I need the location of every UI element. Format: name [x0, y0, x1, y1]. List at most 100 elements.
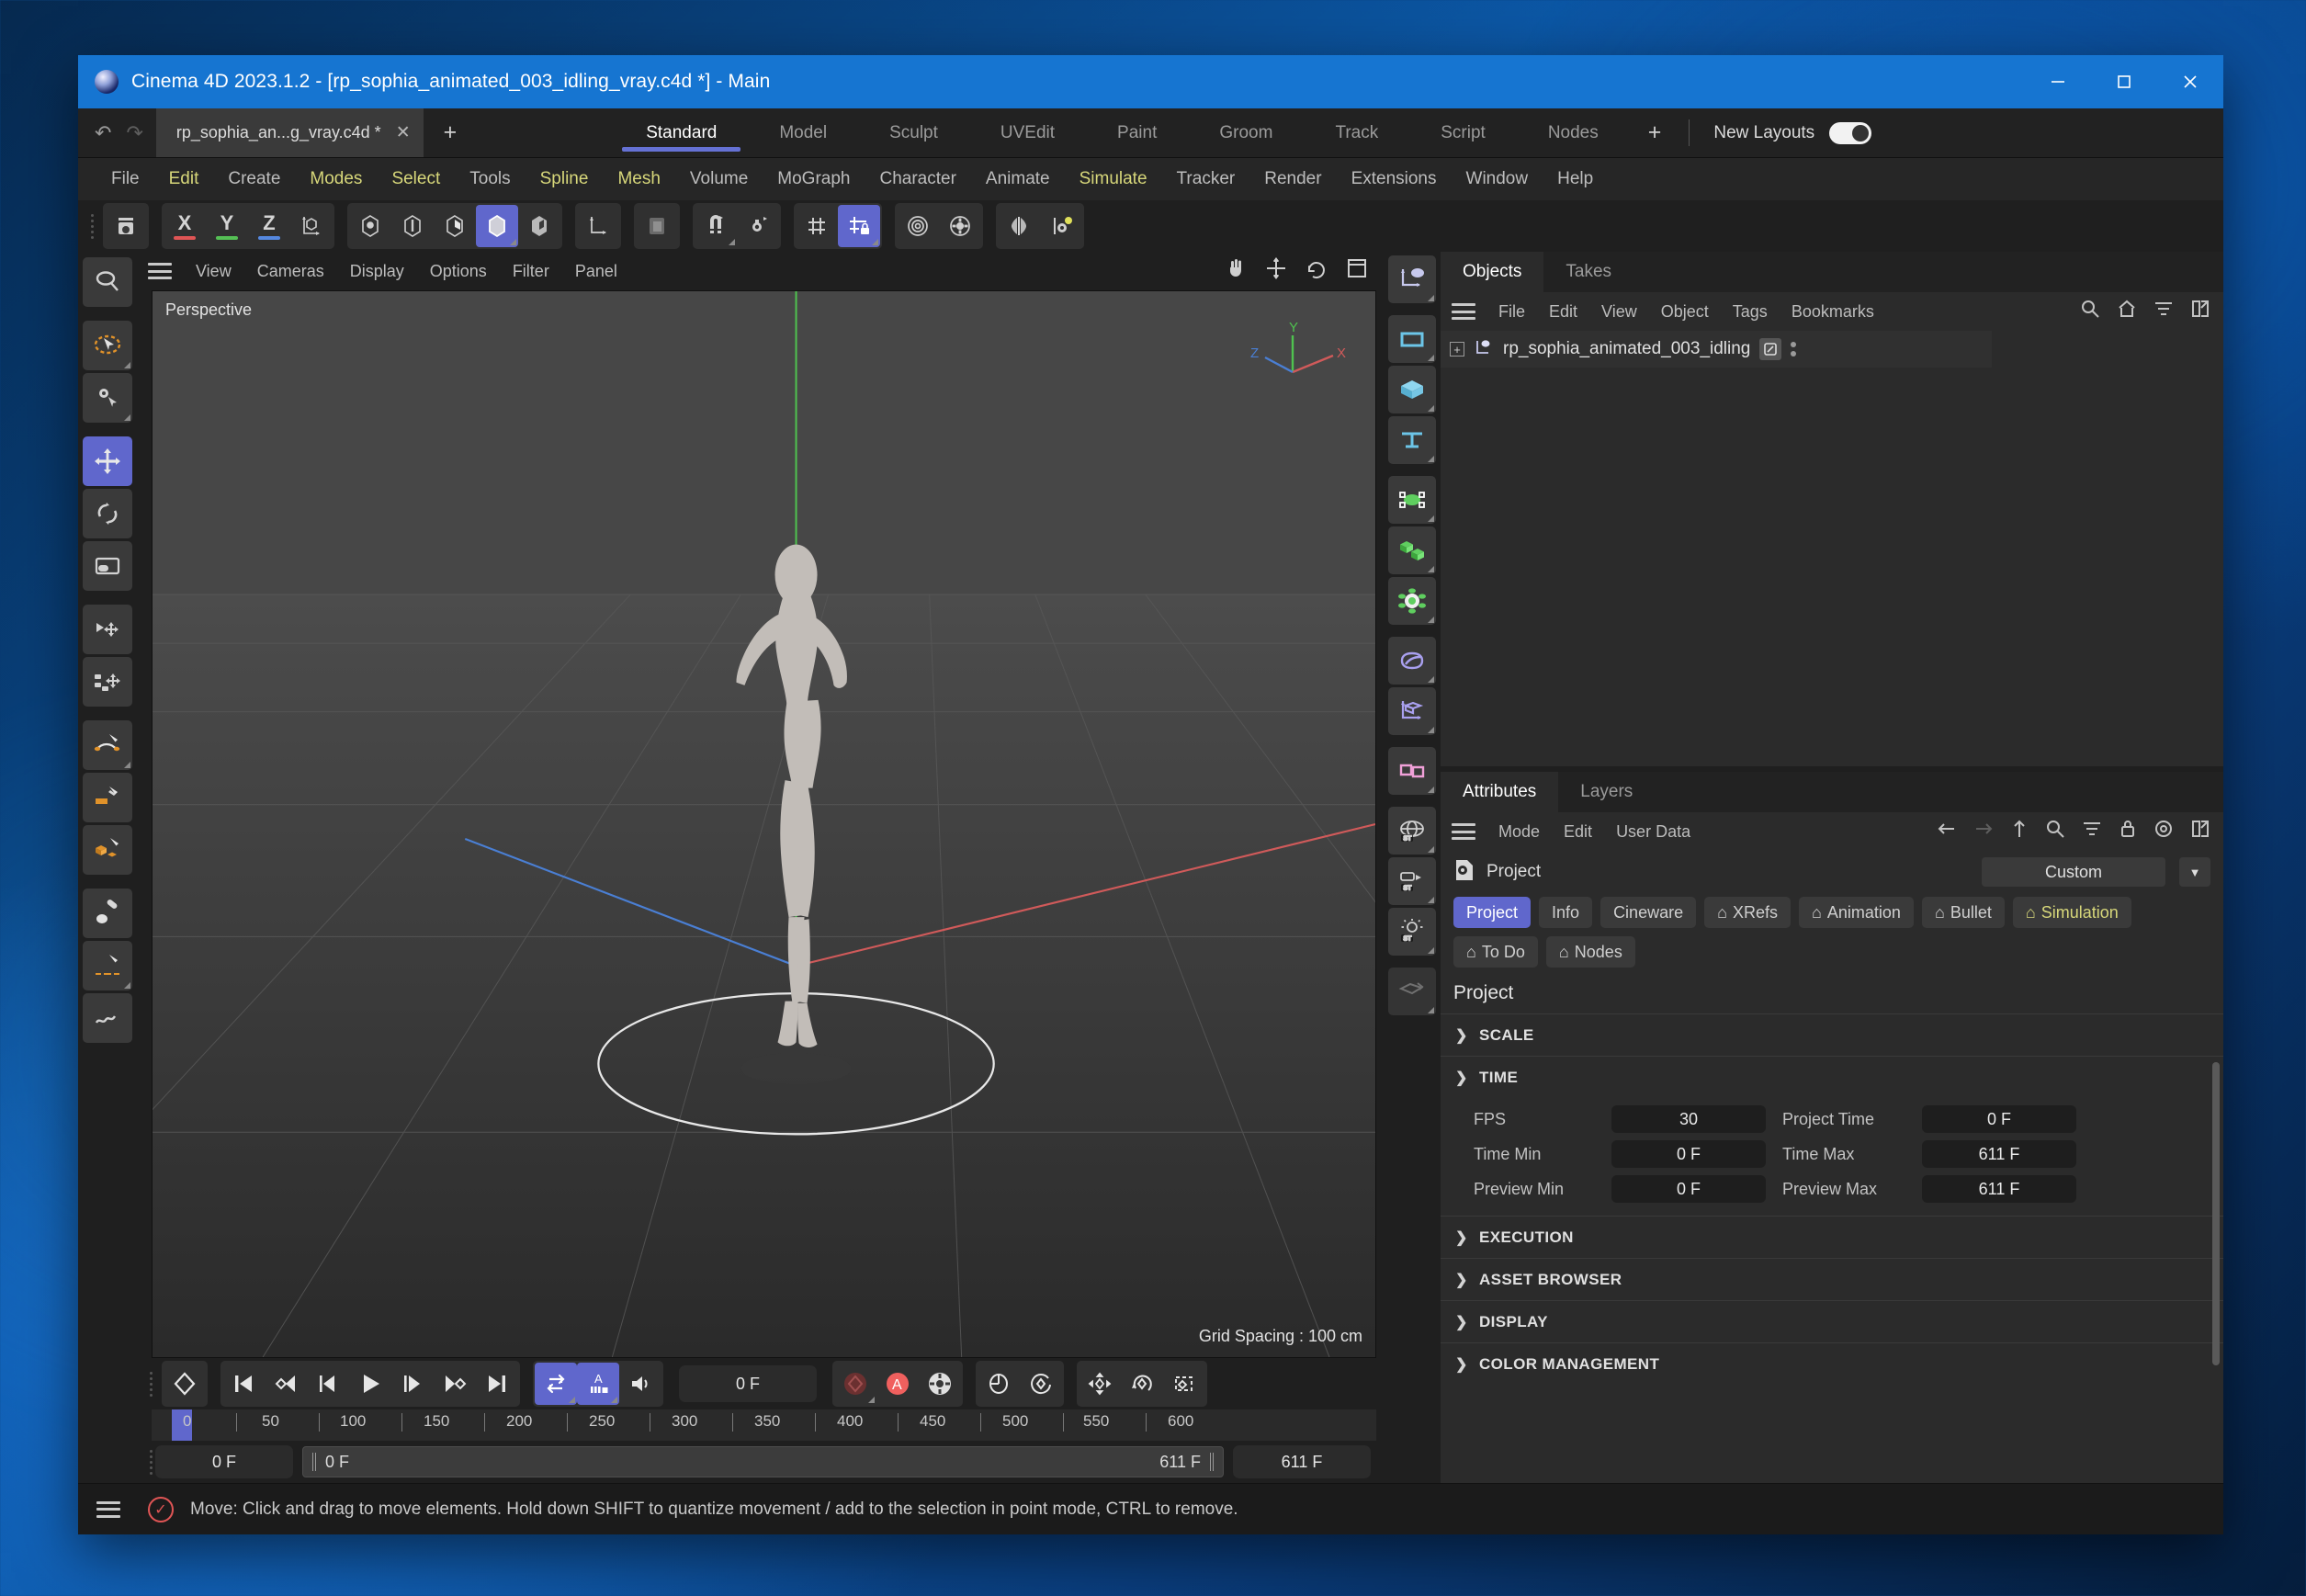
viewport-menu-view[interactable]: View: [183, 262, 244, 281]
tab-attributes[interactable]: Attributes: [1441, 772, 1559, 812]
lock-x-axis-button[interactable]: X: [164, 205, 206, 247]
record-active-objects-icon[interactable]: [834, 1363, 876, 1405]
object-tree-row[interactable]: + rp_sophia_animated_003_idling: [1441, 331, 1992, 368]
search-icon[interactable]: [2080, 299, 2100, 324]
viewport-menu-cameras[interactable]: Cameras: [244, 262, 337, 281]
render-settings-icon[interactable]: [939, 205, 981, 247]
preview-max-field[interactable]: 611 F: [1922, 1175, 2076, 1203]
magnifier-icon[interactable]: [83, 257, 132, 307]
popout-icon[interactable]: [2190, 299, 2210, 324]
record-keyframe-diamond-icon[interactable]: [164, 1363, 206, 1405]
sketch-render-icon[interactable]: [1388, 968, 1436, 1015]
keyframe-settings-icon[interactable]: [919, 1363, 961, 1405]
range-right-handle[interactable]: [1210, 1453, 1214, 1471]
spline-rect-icon[interactable]: [83, 773, 132, 822]
fps-field[interactable]: 30: [1611, 1105, 1766, 1133]
pan-hand-icon[interactable]: [1224, 256, 1248, 286]
menu-spline[interactable]: Spline: [526, 169, 604, 189]
viewport-menu-filter[interactable]: Filter: [500, 262, 562, 281]
layout-tab-model[interactable]: Model: [748, 108, 858, 157]
redo-icon[interactable]: ↷: [126, 121, 142, 145]
menu-create[interactable]: Create: [213, 169, 295, 189]
viewport-menu-panel[interactable]: Panel: [562, 262, 630, 281]
home-icon[interactable]: [2117, 299, 2137, 324]
menu-edit[interactable]: Edit: [154, 169, 214, 189]
toolbar-grip[interactable]: [87, 208, 96, 244]
menu-tracker[interactable]: Tracker: [1162, 169, 1250, 189]
snap-magnet-icon[interactable]: [695, 205, 737, 247]
grid-icon[interactable]: [796, 205, 838, 247]
anim-toolbar-grip[interactable]: [146, 1365, 155, 1402]
world-object-coordinates-icon[interactable]: [290, 205, 333, 247]
range-left-handle[interactable]: [312, 1453, 316, 1471]
spline-pen-icon[interactable]: [83, 720, 132, 770]
attr-tab-nodes[interactable]: ⌂ Nodes: [1545, 936, 1635, 968]
time-max-field[interactable]: 611 F: [1922, 1140, 2076, 1168]
rotate-tool-icon[interactable]: [83, 489, 132, 538]
expand-icon[interactable]: +: [1450, 342, 1464, 357]
layout-tab-script[interactable]: Script: [1409, 108, 1517, 157]
filter-icon[interactable]: [2082, 819, 2102, 844]
menu-render[interactable]: Render: [1249, 169, 1336, 189]
sound-icon[interactable]: [619, 1363, 661, 1405]
live-selection-icon[interactable]: [83, 321, 132, 370]
rotate-view-icon[interactable]: [1305, 256, 1328, 286]
polygon-pen-icon[interactable]: [83, 825, 132, 875]
menu-window[interactable]: Window: [1452, 169, 1543, 189]
menu-character[interactable]: Character: [865, 169, 970, 189]
menu-simulate[interactable]: Simulate: [1065, 169, 1162, 189]
scale-key-icon[interactable]: [1163, 1363, 1205, 1405]
null-object-icon[interactable]: [1388, 255, 1436, 303]
timeline-ruler[interactable]: 0 50 100 150 200 250 300 350 400 450 500…: [152, 1409, 1376, 1441]
camera-object-icon[interactable]: ST: [1388, 857, 1436, 905]
project-time-field[interactable]: 0 F: [1922, 1105, 2076, 1133]
minimize-button[interactable]: [2025, 55, 2091, 108]
grid-lock-icon[interactable]: [838, 205, 880, 247]
attr-tab-xrefs[interactable]: ⌂ XRefs: [1704, 897, 1792, 928]
document-tab[interactable]: rp_sophia_an...g_vray.c4d * ✕: [155, 108, 424, 157]
layout-tab-paint[interactable]: Paint: [1086, 108, 1188, 157]
mograph-effector-icon[interactable]: [1388, 577, 1436, 625]
content-browser-icon[interactable]: [105, 205, 147, 247]
attributes-menu-mode[interactable]: Mode: [1486, 822, 1552, 842]
search-icon[interactable]: [2045, 819, 2065, 844]
workplane-icon[interactable]: [636, 205, 678, 247]
attr-tab-project[interactable]: Project: [1453, 897, 1532, 928]
add-layout-button[interactable]: +: [1630, 108, 1680, 157]
chevron-down-icon[interactable]: ▼: [2179, 857, 2210, 887]
polygons-mode-icon[interactable]: [434, 205, 476, 247]
objects-menu-bookmarks[interactable]: Bookmarks: [1780, 302, 1886, 322]
document-tab-close-icon[interactable]: ✕: [396, 122, 411, 143]
next-key-icon[interactable]: [434, 1363, 476, 1405]
move-tool-icon[interactable]: [83, 436, 132, 486]
section-execution[interactable]: ❯ EXECUTION: [1441, 1216, 2223, 1258]
attr-tab-simulation[interactable]: ⌂ Simulation: [2012, 897, 2131, 928]
snap-settings-icon[interactable]: [737, 205, 779, 247]
viewport-menu-display[interactable]: Display: [337, 262, 417, 281]
tab-takes[interactable]: Takes: [1543, 252, 1633, 292]
position-key-icon[interactable]: [1079, 1363, 1121, 1405]
lock-icon[interactable]: [2119, 819, 2137, 844]
move-components-icon[interactable]: [83, 657, 132, 707]
attr-tab-animation[interactable]: ⌂ Animation: [1799, 897, 1914, 928]
close-button[interactable]: [2157, 55, 2223, 108]
previous-frame-icon[interactable]: [307, 1363, 349, 1405]
filter-icon[interactable]: [2153, 299, 2174, 324]
subdivision-surface-icon[interactable]: [1388, 637, 1436, 685]
section-scale[interactable]: ❯ SCALE: [1441, 1013, 2223, 1056]
preview-min-field[interactable]: 0 F: [1611, 1175, 1766, 1203]
section-asset-browser[interactable]: ❯ ASSET BROWSER: [1441, 1258, 2223, 1300]
object-tag-icon[interactable]: [1759, 338, 1782, 360]
menu-mograph[interactable]: MoGraph: [763, 169, 865, 189]
attributes-menu-userdata[interactable]: User Data: [1604, 822, 1702, 842]
loop-playback-icon[interactable]: [535, 1363, 577, 1405]
viewport-3d[interactable]: Perspective Grid Spacing : 100 cm Y X Z: [152, 290, 1376, 1358]
generator-icon[interactable]: [1388, 687, 1436, 735]
current-frame-field-top[interactable]: 0 F: [679, 1365, 817, 1402]
section-color-management[interactable]: ❯ COLOR MANAGEMENT: [1441, 1342, 2223, 1385]
status-hamburger-icon[interactable]: [96, 1500, 120, 1518]
lock-z-axis-button[interactable]: Z: [248, 205, 290, 247]
edges-mode-icon[interactable]: [391, 205, 434, 247]
frame-row-grip[interactable]: [146, 1443, 155, 1480]
new-document-button[interactable]: +: [424, 108, 478, 157]
